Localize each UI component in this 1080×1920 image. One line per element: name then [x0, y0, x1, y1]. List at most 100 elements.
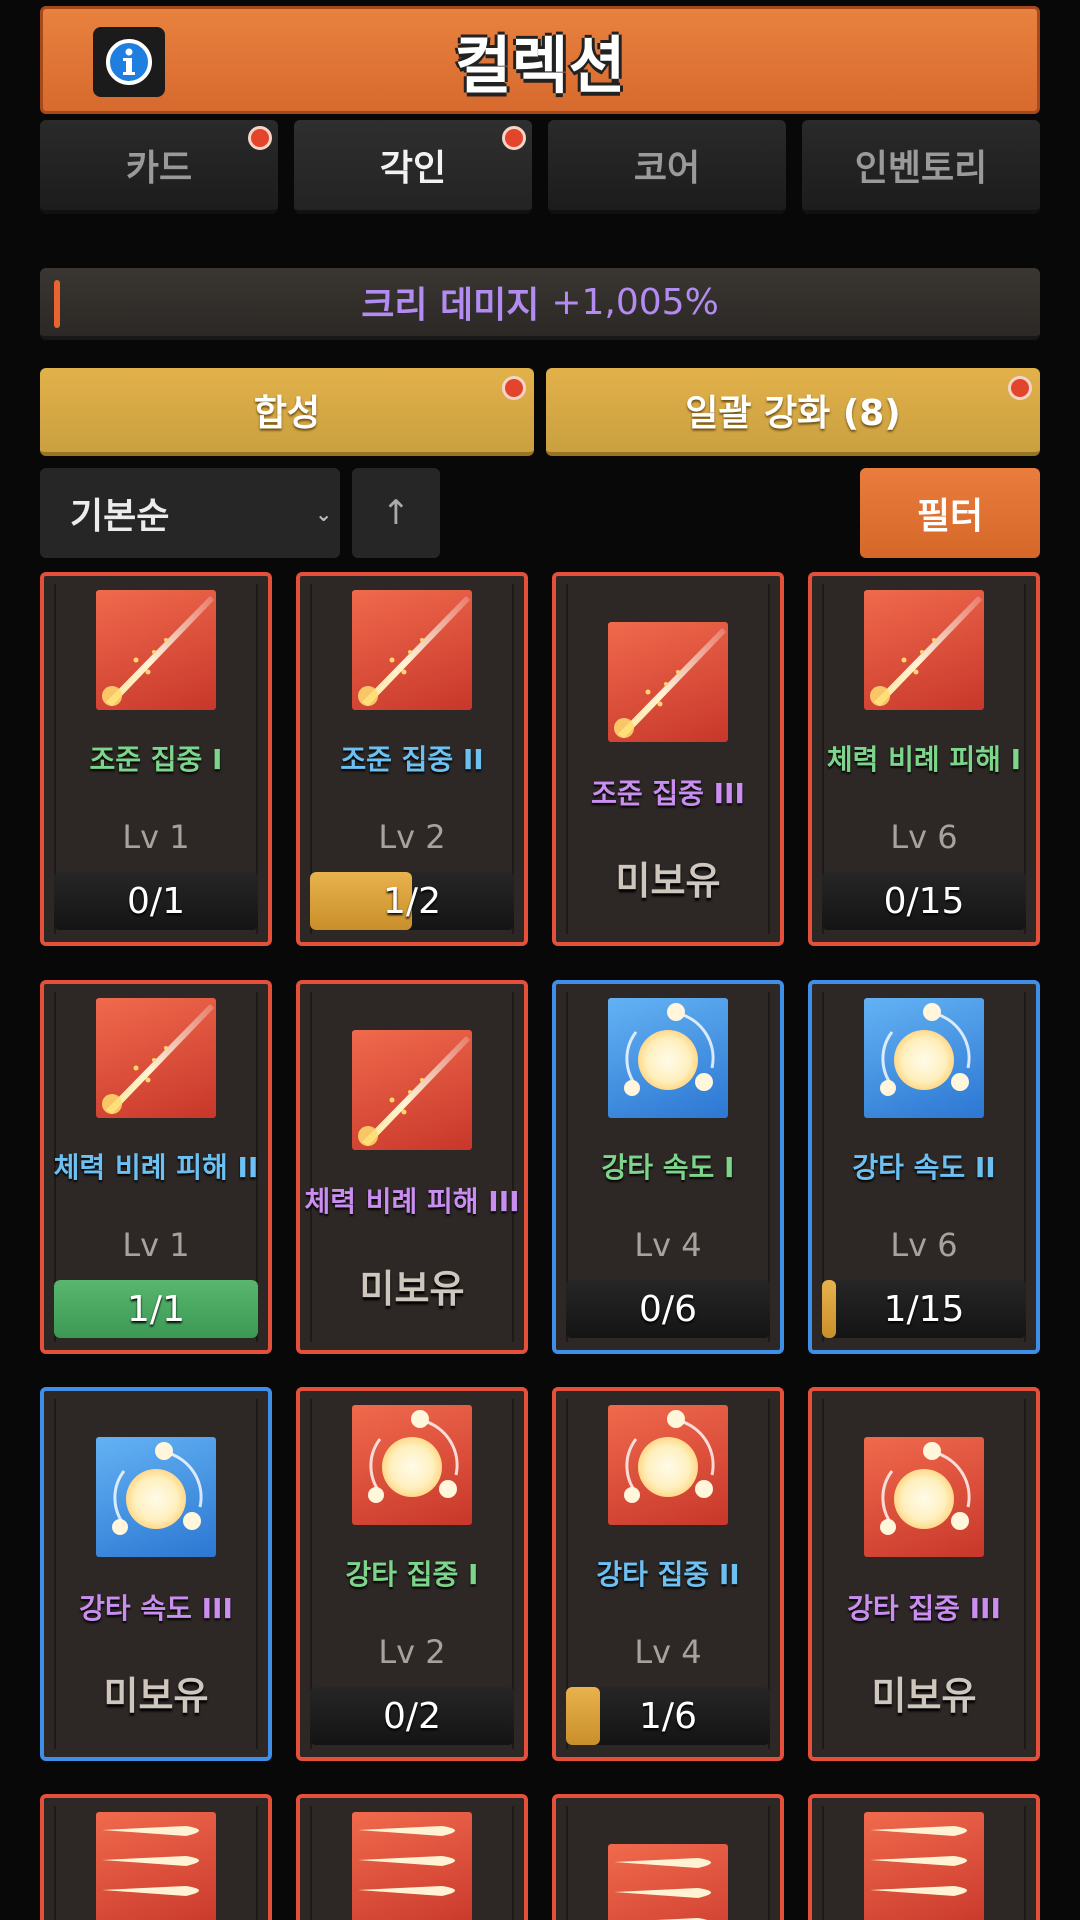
- card-progress: 1/6: [566, 1687, 770, 1745]
- engraving-card[interactable]: 체력 비례 피해 III 미보유: [296, 980, 528, 1354]
- filter-label: 필터: [916, 496, 984, 537]
- stat-value: +1,005%: [551, 281, 719, 323]
- sort-direction-button[interactable]: ↑: [352, 468, 440, 558]
- card-name: 조준 집중 III: [591, 777, 745, 810]
- card-level: Lv 4: [634, 1226, 702, 1264]
- card-name: 강타 집중 II: [596, 1558, 740, 1591]
- card-level: Lv 1: [122, 818, 190, 856]
- card-name: 조준 집중 I: [89, 743, 223, 776]
- notification-dot: [1008, 376, 1032, 400]
- card-name: 체력 비례 피해 II: [53, 1151, 259, 1184]
- orbit-icon: [864, 1437, 984, 1557]
- triple-bullet-icon: [352, 1812, 472, 1920]
- engraving-card[interactable]: 조준 집중 I Lv 1 0/1: [40, 572, 272, 946]
- chevron-down-icon: ⌄: [315, 502, 332, 526]
- progress-text: 0/15: [883, 880, 965, 922]
- card-name: 강타 집중 I: [345, 1558, 479, 1591]
- engraving-card[interactable]: 강타 집중 III 미보유: [808, 1387, 1040, 1761]
- card-level: Lv 1: [122, 1226, 190, 1264]
- filter-button[interactable]: 필터: [860, 468, 1040, 558]
- progress-text: 0/6: [639, 1288, 697, 1330]
- card-name: 강타 속도 III: [79, 1592, 233, 1625]
- streak-icon: [608, 622, 728, 742]
- card-name: 조준 집중 II: [340, 743, 484, 776]
- card-progress: 1/15: [822, 1280, 1026, 1338]
- engraving-card[interactable]: 강타 속도 II Lv 6 1/15: [808, 980, 1040, 1354]
- streak-icon: [96, 590, 216, 710]
- progress-text: 1/2: [383, 880, 441, 922]
- card-progress: 0/2: [310, 1687, 514, 1745]
- sort-selected: 기본순: [70, 496, 170, 537]
- unowned-label: 미보유: [359, 1267, 465, 1311]
- collection-bonus-bar: 크리 데미지 +1,005%: [40, 268, 1040, 340]
- tab-label: 코어: [633, 148, 701, 189]
- bulk-upgrade-button[interactable]: 일괄 강화 (8): [546, 368, 1040, 456]
- synthesize-button[interactable]: 합성: [40, 368, 534, 456]
- engraving-card[interactable]: [40, 1794, 272, 1920]
- bulk-upgrade-label: 일괄 강화 (8): [685, 393, 901, 434]
- synthesize-label: 합성: [253, 393, 321, 434]
- progress-text: 1/1: [127, 1288, 185, 1330]
- engraving-card[interactable]: 강타 집중 II Lv 4 1/6: [552, 1387, 784, 1761]
- engraving-card[interactable]: [808, 1794, 1040, 1920]
- tab-cards[interactable]: 카드: [40, 120, 278, 214]
- card-level: Lv 2: [378, 818, 446, 856]
- card-progress: 0/15: [822, 872, 1026, 930]
- orbit-icon: [608, 1405, 728, 1525]
- engraving-card[interactable]: 조준 집중 II Lv 2 1/2: [296, 572, 528, 946]
- tab-core[interactable]: 코어: [548, 120, 786, 214]
- engraving-card[interactable]: 조준 집중 III 미보유: [552, 572, 784, 946]
- tab-label: 카드: [125, 148, 193, 189]
- tab-label: 인벤토리: [854, 148, 988, 189]
- notification-dot: [248, 126, 272, 150]
- engraving-card[interactable]: 체력 비례 피해 II Lv 1 1/1: [40, 980, 272, 1354]
- engraving-card[interactable]: 강타 속도 I Lv 4 0/6: [552, 980, 784, 1354]
- streak-icon: [352, 1030, 472, 1150]
- card-level: Lv 6: [890, 818, 958, 856]
- orbit-icon: [608, 998, 728, 1118]
- progress-text: 0/2: [383, 1695, 441, 1737]
- unowned-label: 미보유: [615, 859, 721, 903]
- engraving-card[interactable]: 강타 속도 III 미보유: [40, 1387, 272, 1761]
- page-title: 컬렉션: [454, 29, 626, 102]
- progress-text: 1/15: [883, 1288, 965, 1330]
- progress-text: 1/6: [639, 1695, 697, 1737]
- streak-icon: [352, 590, 472, 710]
- card-name: 체력 비례 피해 I: [826, 743, 1022, 776]
- card-level: Lv 6: [890, 1226, 958, 1264]
- engraving-card[interactable]: 강타 집중 I Lv 2 0/2: [296, 1387, 528, 1761]
- progress-text: 0/1: [127, 880, 185, 922]
- orbit-icon: [352, 1405, 472, 1525]
- arrow-up-icon: ↑: [381, 493, 411, 533]
- title-bar: 컬렉션: [40, 6, 1040, 114]
- card-level: Lv 2: [378, 1633, 446, 1671]
- orbit-icon: [864, 998, 984, 1118]
- unowned-label: 미보유: [103, 1674, 209, 1718]
- engraving-card[interactable]: [552, 1794, 784, 1920]
- triple-bullet-icon: [96, 1812, 216, 1920]
- tab-label: 각인: [379, 148, 447, 189]
- card-progress: 1/2: [310, 872, 514, 930]
- card-progress: 0/6: [566, 1280, 770, 1338]
- card-name: 강타 집중 III: [847, 1592, 1001, 1625]
- unowned-label: 미보유: [871, 1674, 977, 1718]
- accent-marker: [54, 280, 60, 328]
- sort-dropdown[interactable]: 기본순 ⌄: [40, 468, 340, 558]
- streak-icon: [96, 998, 216, 1118]
- streak-icon: [864, 590, 984, 710]
- stat-label: 크리 데미지: [361, 285, 540, 326]
- notification-dot: [502, 126, 526, 150]
- orbit-icon: [96, 1437, 216, 1557]
- card-level: Lv 4: [634, 1633, 702, 1671]
- engraving-card[interactable]: 체력 비례 피해 I Lv 6 0/15: [808, 572, 1040, 946]
- triple-bullet-icon: [864, 1812, 984, 1920]
- engraving-card[interactable]: [296, 1794, 528, 1920]
- tab-engravings[interactable]: 각인: [294, 120, 532, 214]
- card-progress: 0/1: [54, 872, 258, 930]
- tab-inventory[interactable]: 인벤토리: [802, 120, 1040, 214]
- card-name: 강타 속도 I: [601, 1151, 735, 1184]
- card-progress: 1/1: [54, 1280, 258, 1338]
- triple-bullet-icon: [608, 1844, 728, 1920]
- notification-dot: [502, 376, 526, 400]
- tab-bar: 카드 각인 코어 인벤토리: [40, 120, 1040, 214]
